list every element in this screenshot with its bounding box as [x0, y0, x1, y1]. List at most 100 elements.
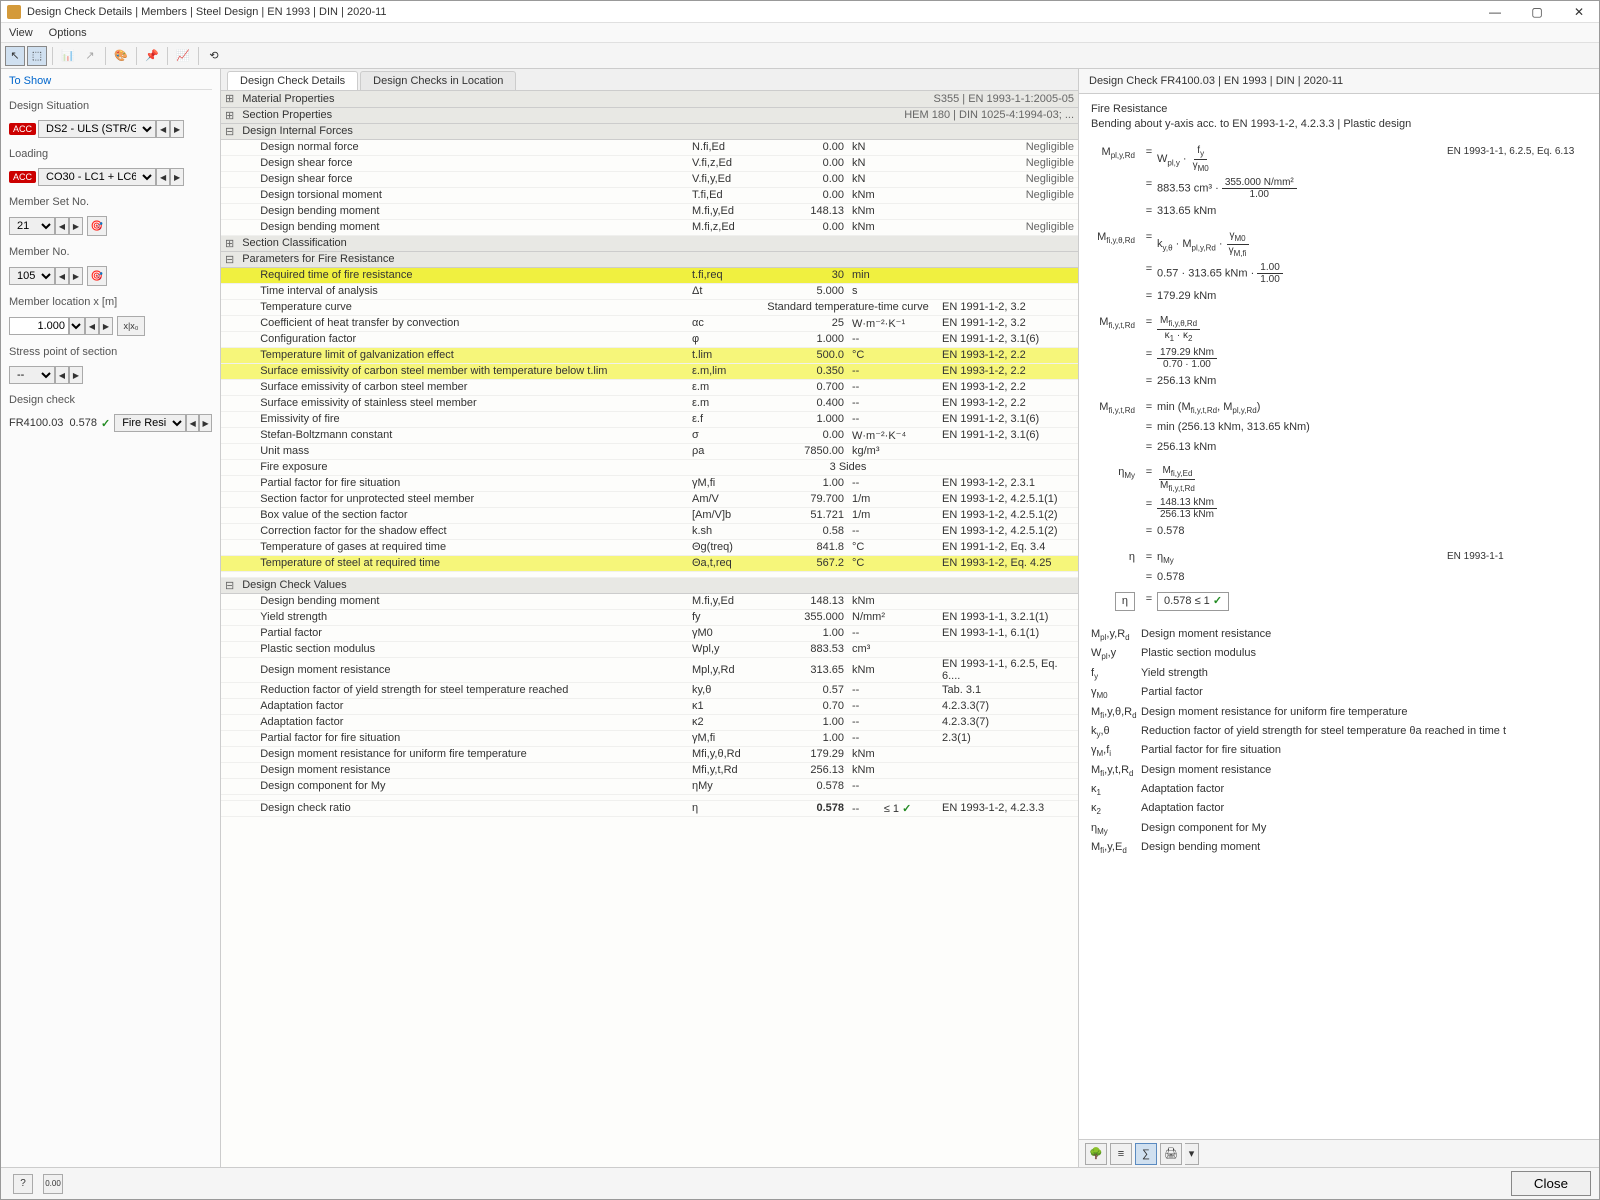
memberno-label: Member No.: [9, 246, 212, 258]
tool-palette-icon[interactable]: 🎨: [111, 46, 131, 66]
table-row: Surface emissivity of carbon steel membe…: [221, 379, 1078, 395]
next-memberno[interactable]: ▶: [69, 267, 83, 285]
tool-select-icon[interactable]: ↖: [5, 46, 25, 66]
rt-dropdown-icon[interactable]: ▾: [1185, 1143, 1199, 1165]
memberloc-input[interactable]: [9, 317, 69, 335]
collapse-icon[interactable]: ⊟: [221, 577, 238, 593]
table-row: Surface emissivity of stainless steel me…: [221, 395, 1078, 411]
table-row: Emissivity of fireε.f1.000--EN 1991-1-2,…: [221, 411, 1078, 427]
table-row: Plastic section modulusWpl,y883.53cm³: [221, 641, 1078, 657]
table-row: Design moment resistance for uniform fir…: [221, 746, 1078, 762]
table-row: Configuration factorφ1.000--EN 1991-1-2,…: [221, 331, 1078, 347]
prev-memberset[interactable]: ◀: [55, 217, 69, 235]
toolbar: ↖ ⬚ 📊 ↗ 🎨 📌 📈 ⟲: [1, 43, 1599, 69]
check-label: Design check: [9, 394, 212, 406]
table-row: Required time of fire resistancet.fi,req…: [221, 267, 1078, 283]
tool-pin-icon[interactable]: 📌: [142, 46, 162, 66]
table-row: Correction factor for the shadow effectk…: [221, 523, 1078, 539]
minimize-button[interactable]: —: [1481, 3, 1509, 21]
stress-select[interactable]: --: [9, 366, 55, 384]
symbol-legend: Mpl,y,RdDesign moment resistanceWpl,yPla…: [1091, 627, 1587, 857]
table-row: Design bending momentM.fi,y,Ed148.13kNm: [221, 593, 1078, 609]
app-window: Design Check Details | Members | Steel D…: [0, 0, 1600, 1200]
pick-memberset-icon[interactable]: 🎯: [87, 216, 107, 236]
expand-icon[interactable]: ⊞: [221, 107, 238, 123]
table-row: Surface emissivity of carbon steel membe…: [221, 363, 1078, 379]
tool-graph-icon[interactable]: 📈: [173, 46, 193, 66]
prev-memberno[interactable]: ◀: [55, 267, 69, 285]
next-memberset[interactable]: ▶: [69, 217, 83, 235]
tool-chart-icon[interactable]: 📊: [58, 46, 78, 66]
check-code: FR4100.03: [9, 417, 63, 429]
situation-select[interactable]: DS2 - ULS (STR/GEO) - Accident...: [38, 120, 156, 138]
table-row: Design moment resistanceMpl,y,Rd313.65kN…: [221, 657, 1078, 682]
table-row: Box value of the section factor[Am/V]b51…: [221, 507, 1078, 523]
table-row: Design component for MyηMy0.578--: [221, 778, 1078, 794]
table-row: Unit massρa7850.00kg/m³: [221, 443, 1078, 459]
loading-select[interactable]: CO30 - LC1 + LC6 + 0.30 * LC2: [38, 168, 156, 186]
rt-tree-icon[interactable]: 🌳: [1085, 1143, 1107, 1165]
menubar: View Options: [1, 23, 1599, 43]
table-row: Design bending momentM.fi,y,Ed148.13kNm: [221, 203, 1078, 219]
stress-label: Stress point of section: [9, 346, 212, 358]
fire-resistance-label: Fire Resistance: [1091, 102, 1587, 117]
memberset-select[interactable]: 21: [9, 217, 55, 235]
tool-cursor-icon[interactable]: ⬚: [27, 46, 47, 66]
table-row: Temperature curveStandard temperature-ti…: [221, 299, 1078, 315]
titlebar: Design Check Details | Members | Steel D…: [1, 1, 1599, 23]
left-panel: To Show Design Situation ACC DS2 - ULS (…: [1, 69, 221, 1167]
close-window-button[interactable]: ✕: [1565, 3, 1593, 21]
rt-list-icon[interactable]: ≡: [1110, 1143, 1132, 1165]
table-row: Time interval of analysisΔt5.000s: [221, 283, 1078, 299]
prev-loading[interactable]: ◀: [156, 168, 170, 186]
prev-check[interactable]: ◀: [186, 414, 199, 432]
check-name-select[interactable]: Fire Resistanc...: [114, 414, 186, 432]
acc-badge-2: ACC: [9, 171, 36, 183]
menu-view[interactable]: View: [9, 27, 33, 39]
table-row: Adaptation factorκ10.70--4.2.3.3(7): [221, 698, 1078, 714]
tab-details[interactable]: Design Check Details: [227, 71, 358, 90]
xratio-button[interactable]: x|x₀: [117, 316, 145, 336]
table-row: Reduction factor of yield strength for s…: [221, 682, 1078, 698]
table-row: Fire exposure3 Sides: [221, 459, 1078, 475]
close-button[interactable]: Close: [1511, 1171, 1591, 1196]
tab-location[interactable]: Design Checks in Location: [360, 71, 516, 90]
table-row: Design shear forceV.fi,y,Ed0.00kNNegligi…: [221, 171, 1078, 187]
expand-icon[interactable]: ⊞: [221, 235, 238, 251]
next-check[interactable]: ▶: [199, 414, 212, 432]
situation-label: Design Situation: [9, 100, 212, 112]
prev-stress[interactable]: ◀: [55, 366, 69, 384]
loading-label: Loading: [9, 148, 212, 160]
maximize-button[interactable]: ▢: [1523, 3, 1551, 21]
memberset-label: Member Set No.: [9, 196, 212, 208]
menu-options[interactable]: Options: [49, 27, 87, 39]
expand-icon[interactable]: ⊞: [221, 91, 238, 107]
tabbar: Design Check Details Design Checks in Lo…: [221, 69, 1078, 91]
collapse-icon[interactable]: ⊟: [221, 123, 238, 139]
table-row: Section factor for unprotected steel mem…: [221, 491, 1078, 507]
tool-arrow-icon[interactable]: ↗: [80, 46, 100, 66]
pick-memberno-icon[interactable]: 🎯: [87, 266, 107, 286]
collapse-icon[interactable]: ⊟: [221, 251, 238, 267]
rt-formula-icon[interactable]: ∑: [1135, 1143, 1157, 1165]
help-icon[interactable]: ?: [13, 1174, 33, 1194]
table-row: Stefan-Boltzmann constantσ0.00W·m⁻²·K⁻⁴E…: [221, 427, 1078, 443]
next-situation[interactable]: ▶: [170, 120, 184, 138]
center-panel: Design Check Details Design Checks in Lo…: [221, 69, 1079, 1167]
prev-loc[interactable]: ◀: [85, 317, 99, 335]
next-loc[interactable]: ▶: [99, 317, 113, 335]
next-loading[interactable]: ▶: [170, 168, 184, 186]
rt-print-icon[interactable]: 🖨: [1160, 1143, 1182, 1165]
acc-badge: ACC: [9, 123, 36, 135]
memberloc-drop[interactable]: [69, 317, 85, 335]
tool-reset-icon[interactable]: ⟲: [204, 46, 224, 66]
table-row: Design moment resistanceMfi,y,t,Rd256.13…: [221, 762, 1078, 778]
memberno-select[interactable]: 105: [9, 267, 55, 285]
table-row: Adaptation factorκ21.00--4.2.3.3(7): [221, 714, 1078, 730]
next-stress[interactable]: ▶: [69, 366, 83, 384]
units-icon[interactable]: 0.00: [43, 1174, 63, 1194]
prev-situation[interactable]: ◀: [156, 120, 170, 138]
memberloc-label: Member location x [m]: [9, 296, 212, 308]
table-row: Partial factorγM01.00--EN 1993-1-1, 6.1(…: [221, 625, 1078, 641]
table-row: Partial factor for fire situationγM,fi1.…: [221, 730, 1078, 746]
